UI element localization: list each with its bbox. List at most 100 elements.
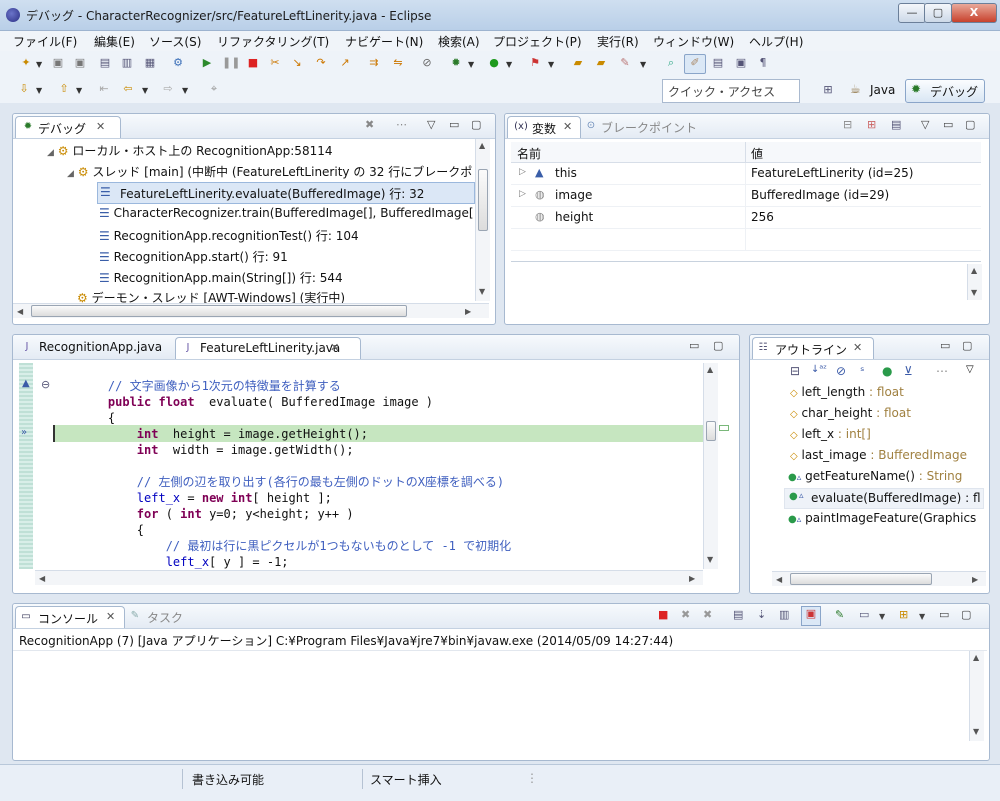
tab-outline[interactable]: ☷ アウトライン ✕ bbox=[752, 337, 874, 359]
close-icon[interactable]: ✕ bbox=[853, 341, 862, 354]
skip-breakpoints-icon[interactable]: ⊘ bbox=[419, 55, 435, 71]
tab-debug[interactable]: ✹ デバッグ ✕ bbox=[15, 116, 121, 138]
pin-icon[interactable]: ⌖ bbox=[206, 81, 222, 97]
open-type-icon[interactable]: ▰ bbox=[593, 55, 609, 71]
external-tools-icon[interactable]: ⚑ bbox=[527, 55, 543, 71]
scroll-right-icon[interactable]: ▶ bbox=[972, 575, 978, 584]
brush-icon[interactable]: ✎ bbox=[617, 55, 633, 71]
last-edit-icon[interactable]: ⇤ bbox=[96, 81, 112, 97]
suspend-icon[interactable]: ❚❚ bbox=[222, 55, 240, 71]
stack-frame[interactable]: ☰ RecognitionApp.start() 行: 91 bbox=[99, 248, 288, 265]
scroll-left-icon[interactable]: ◀ bbox=[39, 574, 45, 583]
chevron-down-icon[interactable]: ▼ bbox=[879, 612, 885, 621]
outline-item-selected[interactable]: ● ▵ evaluate(BufferedImage) : fl bbox=[784, 488, 984, 509]
terminate-icon[interactable]: ■ bbox=[658, 608, 668, 621]
scroll-down-icon[interactable]: ▼ bbox=[479, 287, 485, 296]
resume-icon[interactable]: ▶ bbox=[199, 55, 215, 71]
threads-icon[interactable]: ⋯ bbox=[396, 118, 407, 131]
scroll-down-icon[interactable]: ▼ bbox=[707, 555, 713, 564]
pilcrow-icon[interactable]: ¶ bbox=[755, 55, 771, 71]
editor-vscroll[interactable]: ▲ ▼ bbox=[703, 363, 718, 569]
tree-item-daemon-thread[interactable]: ⚙ デーモン・スレッド [AWT-Windows] (実行中) bbox=[77, 289, 345, 303]
outline-item[interactable]: ◇ last_image : BufferedImage bbox=[790, 448, 967, 462]
hide-local-types-icon[interactable]: ⊻ bbox=[904, 364, 913, 378]
menu-file[interactable]: ファイル(F) bbox=[13, 33, 77, 50]
link-icon[interactable]: ⋯ bbox=[936, 364, 948, 378]
remove-terminated-icon[interactable]: ✖ bbox=[365, 118, 374, 131]
close-icon[interactable]: ✕ bbox=[96, 120, 105, 133]
menu-search[interactable]: 検索(A) bbox=[438, 33, 480, 50]
maximize-button[interactable]: ▢ bbox=[924, 3, 952, 23]
remove-all-icon[interactable]: ✖ bbox=[703, 608, 712, 621]
gear-icon[interactable]: ⚙ bbox=[170, 55, 186, 71]
block-select-icon[interactable]: ▤ bbox=[710, 55, 726, 71]
drop-frame-icon[interactable]: ⇉ bbox=[366, 55, 382, 71]
scroll-thumb[interactable] bbox=[478, 169, 488, 231]
expand-icon[interactable]: ▷ bbox=[519, 189, 526, 199]
overview-ruler-marker[interactable] bbox=[719, 425, 729, 431]
disconnect-icon[interactable]: ✂ bbox=[267, 55, 283, 71]
scroll-up-icon[interactable]: ▲ bbox=[971, 266, 977, 275]
highlight-toggle-icon[interactable]: ✐ bbox=[684, 54, 706, 74]
scroll-up-icon[interactable]: ▲ bbox=[707, 365, 713, 374]
prev-annotation-icon[interactable]: ⇧ bbox=[56, 81, 72, 97]
tab-console[interactable]: ▭ コンソール ✕ bbox=[15, 606, 125, 628]
view-menu-icon[interactable]: ▽ bbox=[427, 118, 435, 131]
scroll-left-icon[interactable]: ◀ bbox=[776, 575, 782, 584]
pin-console-icon[interactable]: ✎ bbox=[835, 608, 844, 621]
variable-row[interactable]: ▷ ▲ this FeatureLeftLinerity (id=25) bbox=[511, 163, 981, 185]
layout-icon[interactable]: ▤ bbox=[891, 118, 901, 131]
tab-tasks[interactable]: ✎ タスク bbox=[127, 606, 207, 627]
maximize-view-icon[interactable]: ▢ bbox=[471, 118, 481, 131]
chevron-down-icon[interactable]: ▼ bbox=[919, 612, 925, 621]
column-value-header[interactable]: 値 bbox=[751, 145, 763, 162]
details-vscroll[interactable]: ▲ ▼ bbox=[967, 264, 982, 300]
minimize-view-icon[interactable]: ▭ bbox=[689, 339, 699, 352]
scroll-down-icon[interactable]: ▼ bbox=[973, 727, 979, 736]
menu-edit[interactable]: 編集(E) bbox=[94, 33, 135, 50]
chevron-down-icon[interactable]: ▼ bbox=[36, 86, 42, 95]
stack-frame[interactable]: ☰ RecognitionApp.recognitionTest() 行: 10… bbox=[99, 227, 359, 244]
chevron-down-icon[interactable]: ▼ bbox=[76, 86, 82, 95]
display-console-icon[interactable]: ▭ bbox=[859, 608, 869, 621]
details-divider[interactable] bbox=[511, 251, 981, 262]
step-into-icon[interactable]: ↘ bbox=[289, 55, 305, 71]
maximize-view-icon[interactable]: ▢ bbox=[961, 608, 971, 621]
variable-row[interactable]: ▷ ◍ image BufferedImage (id=29) bbox=[511, 185, 981, 207]
minimize-view-icon[interactable]: ▭ bbox=[940, 339, 950, 352]
debug-icon[interactable]: ✹ bbox=[448, 55, 464, 71]
forward-icon[interactable]: ⇨ bbox=[160, 81, 176, 97]
outline-item[interactable]: ●▵ paintImageFeature(Graphics bbox=[788, 511, 984, 525]
scroll-lock-icon[interactable]: ⇣ bbox=[757, 608, 766, 621]
tab-recognitionapp-java[interactable]: J RecognitionApp.java bbox=[17, 337, 167, 358]
quick-access-input[interactable]: クイック・アクセス bbox=[662, 79, 800, 103]
new-icon[interactable]: ✦ bbox=[18, 55, 34, 71]
remove-launch-icon[interactable]: ✖ bbox=[681, 608, 690, 621]
show-source-icon[interactable]: ▣ bbox=[733, 55, 749, 71]
outline-hscroll[interactable]: ◀ ▶ bbox=[772, 571, 986, 586]
search-icon[interactable]: ⌕ bbox=[663, 55, 679, 71]
scroll-up-icon[interactable]: ▲ bbox=[973, 653, 979, 662]
terminate-icon[interactable]: ■ bbox=[245, 55, 261, 71]
close-icon[interactable]: ✕ bbox=[563, 120, 572, 133]
close-icon[interactable]: ✕ bbox=[106, 610, 115, 623]
scroll-thumb[interactable] bbox=[31, 305, 407, 317]
minimize-view-icon[interactable]: ▭ bbox=[943, 118, 953, 131]
menu-run[interactable]: 実行(R) bbox=[597, 33, 639, 50]
variable-row[interactable]: ◍ height 256 bbox=[511, 207, 981, 229]
hide-static-icon[interactable]: ˢ bbox=[860, 364, 864, 378]
menu-help[interactable]: ヘルプ(H) bbox=[749, 33, 803, 50]
maximize-view-icon[interactable]: ▢ bbox=[713, 339, 723, 352]
code-body[interactable]: // 文字画像から1次元の特徴量を計算する public float evalu… bbox=[79, 362, 713, 602]
debug-hscroll[interactable]: ◀ ▶ bbox=[13, 303, 489, 318]
scroll-thumb[interactable] bbox=[706, 421, 716, 441]
scroll-right-icon[interactable]: ▶ bbox=[465, 307, 471, 316]
chevron-down-icon[interactable]: ▼ bbox=[548, 60, 554, 69]
open-console-icon[interactable]: ⊞ bbox=[899, 608, 908, 621]
maximize-view-icon[interactable]: ▢ bbox=[965, 118, 975, 131]
debug-vscroll[interactable]: ▲ ▼ bbox=[475, 139, 490, 301]
tab-featureleftlinerity-java[interactable]: J FeatureLeftLinerity.java ✕ bbox=[175, 337, 361, 359]
clear-console-icon[interactable]: ▤ bbox=[733, 608, 743, 621]
chevron-down-icon[interactable]: ▼ bbox=[182, 86, 188, 95]
chevron-down-icon[interactable]: ▼ bbox=[640, 60, 646, 69]
